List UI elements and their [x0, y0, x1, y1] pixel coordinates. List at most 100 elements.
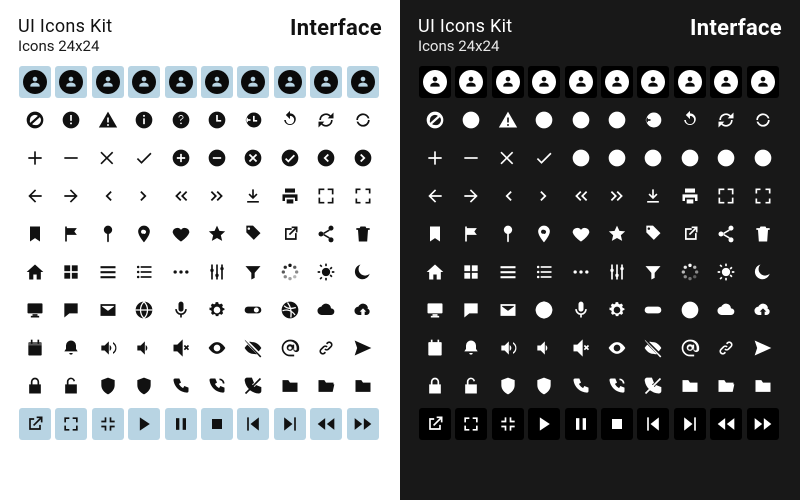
- x-circle-icon: [236, 141, 270, 175]
- home-icon: [18, 255, 52, 289]
- tag-icon: [636, 217, 670, 251]
- skip-forward-icon: [274, 408, 306, 440]
- skip-back-icon: [237, 408, 269, 440]
- folder-icon: [273, 369, 307, 403]
- chevron-left-icon: [91, 179, 125, 213]
- x-circle-icon: [636, 141, 670, 175]
- dribbble-icon: [673, 293, 707, 327]
- user-check-icon: [165, 66, 197, 98]
- user-icon: [419, 66, 451, 98]
- mic-icon: [564, 293, 598, 327]
- trash-icon: [746, 217, 780, 251]
- mail-icon: [91, 293, 125, 327]
- external-link-icon: [419, 408, 451, 440]
- maximize-icon: [55, 408, 87, 440]
- user-settings-icon: [674, 66, 706, 98]
- chevron-left-icon: [491, 179, 525, 213]
- cloud-icon: [709, 293, 743, 327]
- moon-icon: [746, 255, 780, 289]
- minus-icon: [454, 141, 488, 175]
- grid-icon: [454, 255, 488, 289]
- icon-grid-light: [18, 65, 382, 441]
- list-icon: [127, 255, 161, 289]
- volume-icon: [91, 331, 125, 365]
- eye-icon: [600, 331, 634, 365]
- user-group-icon: [310, 66, 342, 98]
- user-check-icon: [565, 66, 597, 98]
- globe-icon: [527, 293, 561, 327]
- reload-icon: [673, 103, 707, 137]
- play-icon: [528, 408, 560, 440]
- chevron-left-circle-icon: [709, 141, 743, 175]
- calendar-icon: [18, 331, 52, 365]
- external-link-icon: [19, 408, 51, 440]
- list-icon: [527, 255, 561, 289]
- volume-icon: [491, 331, 525, 365]
- info-icon: [527, 103, 561, 137]
- check-icon: [127, 141, 161, 175]
- monitor-icon: [18, 293, 52, 327]
- flag-icon: [454, 217, 488, 251]
- folder-add-icon: [746, 369, 780, 403]
- monitor-icon: [418, 293, 452, 327]
- refresh-icon: [309, 103, 343, 137]
- user-group-icon: [710, 66, 742, 98]
- user-remove-icon: [92, 66, 124, 98]
- plus-circle-icon: [564, 141, 598, 175]
- shield-check-icon: [127, 369, 161, 403]
- plus-circle-icon: [164, 141, 198, 175]
- eye-icon: [200, 331, 234, 365]
- unlock-icon: [454, 369, 488, 403]
- collapse-icon: [346, 179, 380, 213]
- sync-icon: [746, 103, 780, 137]
- share-nodes-icon: [309, 217, 343, 251]
- filter-icon: [636, 255, 670, 289]
- user-question-icon: [201, 66, 233, 98]
- pause-icon: [165, 408, 197, 440]
- user-add-icon: [55, 66, 87, 98]
- chat-icon: [454, 293, 488, 327]
- globe-icon: [127, 293, 161, 327]
- volume-low-icon: [527, 331, 561, 365]
- expand-icon: [709, 179, 743, 213]
- chevrons-left-icon: [164, 179, 198, 213]
- shield-icon: [491, 369, 525, 403]
- history-icon: [236, 103, 270, 137]
- at-icon: [673, 331, 707, 365]
- x-icon: [91, 141, 125, 175]
- collapse-icon: [746, 179, 780, 213]
- expand-icon: [309, 179, 343, 213]
- user-remove-icon: [492, 66, 524, 98]
- gear-icon: [200, 293, 234, 327]
- lock-icon: [18, 369, 52, 403]
- chevrons-right-icon: [600, 179, 634, 213]
- kit-subtitle: Icons 24x24: [418, 37, 512, 55]
- minimize-icon: [492, 408, 524, 440]
- block-icon: [18, 103, 52, 137]
- bell-icon: [54, 331, 88, 365]
- lock-icon: [418, 369, 452, 403]
- printer-icon: [273, 179, 307, 213]
- question-icon: [164, 103, 198, 137]
- cloud-icon: [309, 293, 343, 327]
- arrow-right-icon: [54, 179, 88, 213]
- tag-icon: [236, 217, 270, 251]
- bookmark-icon: [418, 217, 452, 251]
- stop-icon: [601, 408, 633, 440]
- cloud-upload-icon: [346, 293, 380, 327]
- phone-icon: [564, 369, 598, 403]
- icon-kit-panel-light: UI Icons Kit Icons 24x24 Interface: [0, 0, 400, 500]
- pin-icon: [91, 217, 125, 251]
- fast-forward-icon: [747, 408, 779, 440]
- kit-title: UI Icons Kit: [18, 16, 112, 37]
- volume-mute-icon: [564, 331, 598, 365]
- minus-circle-icon: [200, 141, 234, 175]
- shield-icon: [91, 369, 125, 403]
- download-icon: [236, 179, 270, 213]
- loading-icon: [273, 255, 307, 289]
- alert-circle-icon: [54, 103, 88, 137]
- star-icon: [600, 217, 634, 251]
- link-icon: [309, 331, 343, 365]
- share-icon: [673, 217, 707, 251]
- toggle-icon: [636, 293, 670, 327]
